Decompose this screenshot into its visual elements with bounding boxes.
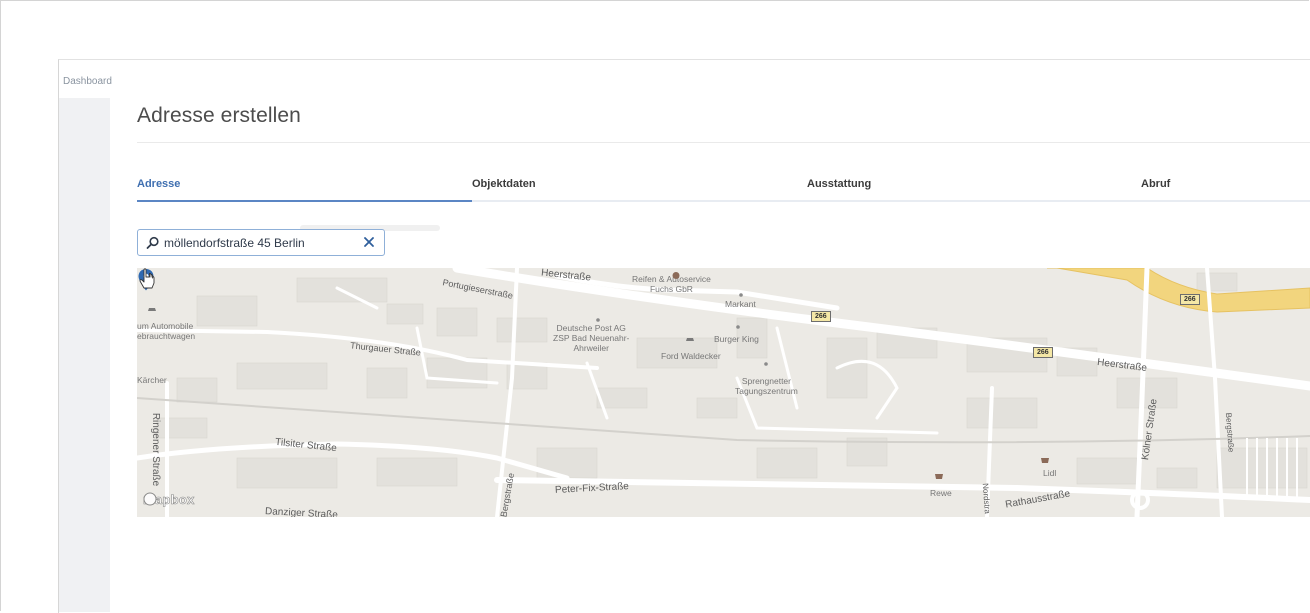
tab-underline [807, 200, 1141, 202]
search-input[interactable] [164, 234, 354, 252]
tab-underline [472, 200, 808, 202]
road-shield: 266 [1180, 294, 1200, 305]
poi-label[interactable]: Markant [725, 299, 756, 309]
poi-label[interactable]: Lidl [1043, 468, 1056, 478]
car-icon [686, 338, 694, 341]
tab-objektdaten[interactable]: Objektdaten [472, 172, 808, 202]
shop-icon [1041, 458, 1049, 463]
tab-underline [137, 200, 473, 202]
sidebar [59, 98, 110, 612]
car-icon [148, 308, 156, 311]
tab-abruf[interactable]: Abruf [1141, 172, 1310, 202]
close-icon[interactable] [362, 235, 376, 249]
tab-label: Adresse [137, 178, 181, 190]
street-label: Ringener Straße [150, 412, 162, 487]
tab-underline [1141, 200, 1310, 202]
tab-label: Abruf [1141, 178, 1171, 190]
poi-label[interactable]: Burger King [714, 334, 759, 344]
tab-adresse[interactable]: Adresse [137, 172, 473, 202]
poi-label[interactable]: Rewe [930, 488, 952, 498]
poi-label[interactable]: Kärcher [137, 375, 167, 385]
poi-label[interactable]: Sprengnetter Tagungszentrum [735, 376, 798, 396]
address-search-field[interactable] [137, 229, 385, 256]
poi-label[interactable]: Deutsche Post AG ZSP Bad Neuenahr- Ahrwe… [553, 323, 629, 353]
map-view[interactable]: Heerstraße Portugieserstraße Thurgauer S… [137, 268, 1310, 517]
tab-ausstattung[interactable]: Ausstattung [807, 172, 1141, 202]
divider [137, 142, 1310, 143]
road-shield: 266 [811, 311, 831, 322]
tab-label: Objektdaten [472, 178, 536, 190]
poi-label[interactable]: um Automobile ebrauchtwagen [137, 321, 195, 341]
page-title: Adresse erstellen [137, 104, 301, 127]
map-canvas [137, 268, 1310, 517]
search-icon [146, 236, 159, 249]
mapbox-logo[interactable]: mapbox [143, 492, 195, 510]
shop-icon [935, 474, 943, 479]
mapbox-icon [143, 492, 157, 506]
hand-cursor-icon [139, 268, 155, 289]
tab-bar: Adresse Objektdaten Ausstattung Abruf [137, 172, 1310, 202]
breadcrumb[interactable]: Dashboard [63, 76, 112, 87]
car-icon [672, 272, 680, 279]
poi-label[interactable]: Ford Waldecker [661, 351, 721, 361]
tab-label: Ausstattung [807, 178, 872, 190]
road-shield: 266 [1033, 347, 1053, 358]
